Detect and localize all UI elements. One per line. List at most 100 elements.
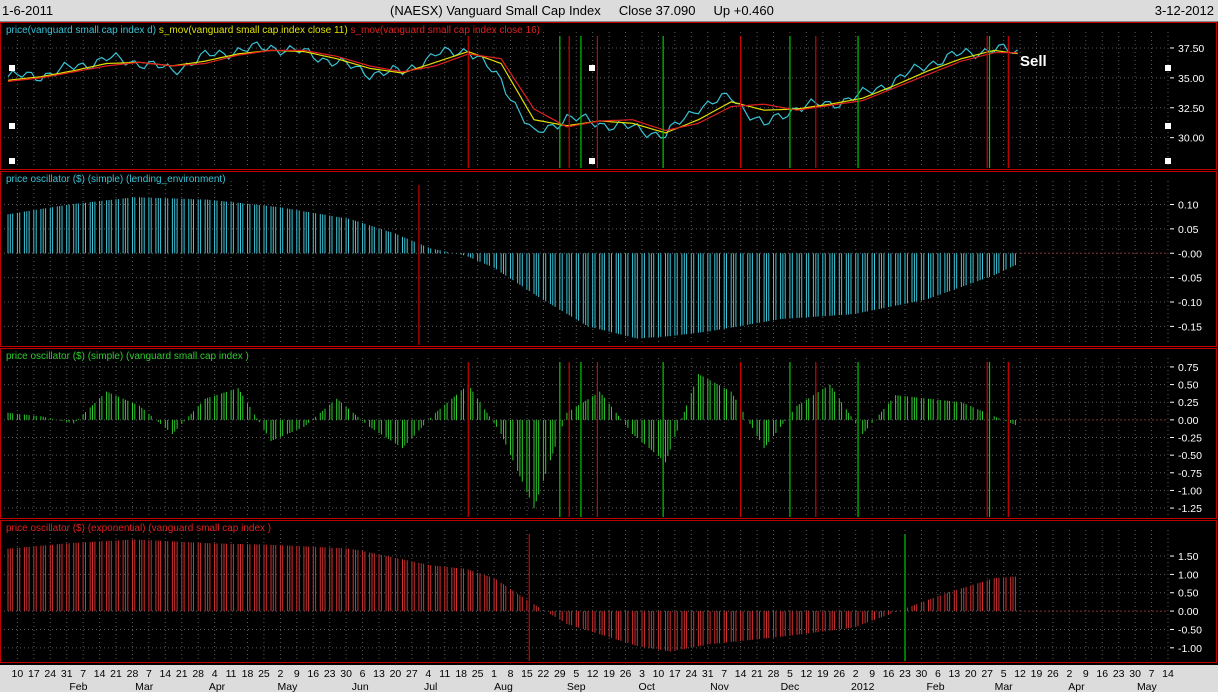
x-tick-label: 30 (916, 668, 928, 680)
x-month-label: Mar (995, 681, 1014, 692)
pane-title: price(vanguard small cap index d) s_mov(… (6, 25, 540, 36)
x-tick-label: 26 (620, 668, 632, 680)
x-month-label: Oct (639, 681, 655, 692)
chart-canvas[interactable]: 37.5035.0032.5030.00price(vanguard small… (0, 22, 1218, 692)
x-tick-label: 21 (176, 668, 188, 680)
selection-handle (1165, 158, 1171, 164)
start-date: 1-6-2011 (2, 3, 54, 18)
x-tick-label: 16 (1096, 668, 1108, 680)
y-tick-label: -0.25 (1178, 433, 1202, 445)
selection-handle (9, 123, 15, 129)
x-tick-label: 5 (573, 668, 579, 680)
y-tick-label: 35.00 (1178, 73, 1204, 85)
pane-title: price oscillator ($) (simple) (lending_e… (6, 174, 226, 185)
selection-handle (1165, 65, 1171, 71)
y-tick-label: 1.50 (1178, 551, 1199, 563)
x-tick-label: 20 (390, 668, 402, 680)
x-tick-label: 29 (554, 668, 566, 680)
x-month-label: Mar (135, 681, 154, 692)
x-tick-label: 24 (685, 668, 697, 680)
x-month-label: Aug (494, 681, 513, 692)
x-tick-label: 27 (406, 668, 418, 680)
x-tick-label: 23 (1113, 668, 1125, 680)
x-axis: 10 17 24 31 7 14 21 28 7 14 21 28 4 11 18 25 2 9 16 23 30 6 13… (0, 665, 1218, 692)
pane-title: price oscillator ($) (exponential) (vang… (6, 523, 271, 534)
x-tick-label: 30 (340, 668, 352, 680)
selection-handle (9, 65, 15, 71)
sell-annotation: Sell (1020, 53, 1047, 70)
x-tick-label: 26 (833, 668, 845, 680)
selection-handle (589, 158, 595, 164)
y-tick-label: 0.75 (1178, 362, 1199, 374)
x-tick-label: 1 (491, 668, 497, 680)
x-tick-label: 8 (508, 668, 514, 680)
x-tick-label: 9 (294, 668, 300, 680)
x-tick-label: 2 (853, 668, 859, 680)
x-tick-label: 19 (817, 668, 829, 680)
symbol-title: (NAESX) Vanguard Small Cap Index (390, 3, 601, 18)
x-tick-label: 27 (981, 668, 993, 680)
x-tick-label: 14 (94, 668, 106, 680)
x-tick-label: 3 (639, 668, 645, 680)
x-tick-label: 11 (226, 668, 237, 680)
x-tick-label: 20 (965, 668, 977, 680)
x-tick-label: 2 (1066, 668, 1072, 680)
x-tick-label: 21 (751, 668, 763, 680)
x-tick-label: 11 (439, 668, 450, 680)
x-tick-label: 24 (44, 668, 56, 680)
x-tick-label: 25 (472, 668, 484, 680)
close-value: Close 37.090 (618, 3, 696, 18)
x-tick-label: 26 (1047, 668, 1059, 680)
pane-title-part: price(vanguard small cap index d) (6, 25, 159, 36)
x-tick-label: 19 (1031, 668, 1043, 680)
x-tick-label: 16 (883, 668, 895, 680)
x-tick-label: 21 (110, 668, 122, 680)
pane-title-part: price oscillator ($) (simple) (lending_e… (6, 174, 226, 185)
y-tick-label: -0.50 (1178, 624, 1202, 636)
x-tick-label: 22 (538, 668, 550, 680)
pane-title-part: s_mov(vanguard small cap index close 11) (159, 25, 351, 36)
x-month-label: May (278, 681, 299, 692)
x-tick-label: 5 (787, 668, 793, 680)
y-tick-label: -1.00 (1178, 485, 1202, 497)
x-month-label: Jun (352, 681, 369, 692)
y-tick-label: -1.25 (1178, 503, 1202, 515)
x-tick-label: 19 (603, 668, 615, 680)
x-tick-label: 18 (455, 668, 467, 680)
pane-title: price oscillator ($) (simple) (vanguard … (6, 351, 249, 362)
x-tick-label: 7 (80, 668, 86, 680)
x-tick-label: 25 (258, 668, 270, 680)
x-tick-label: 17 (28, 668, 40, 680)
x-tick-label: 6 (935, 668, 941, 680)
y-tick-label: 0.25 (1178, 397, 1199, 409)
pane-title-part: price oscillator ($) (simple) (vanguard … (6, 351, 249, 362)
title-bar: 1-6-2011 (NAESX) Vanguard Small Cap Inde… (0, 0, 1218, 22)
x-month-label: Apr (1068, 681, 1085, 692)
x-tick-label: 5 (1001, 668, 1007, 680)
x-tick-label: 14 (1162, 668, 1174, 680)
y-tick-label: 32.50 (1178, 103, 1204, 115)
x-tick-label: 12 (587, 668, 599, 680)
x-tick-label: 6 (360, 668, 366, 680)
x-tick-label: 31 (61, 668, 73, 680)
x-tick-label: 30 (1129, 668, 1141, 680)
y-tick-label: 0.00 (1178, 415, 1199, 427)
y-tick-label: -0.75 (1178, 468, 1202, 480)
x-tick-label: 13 (948, 668, 960, 680)
x-month-label: Feb (69, 681, 87, 692)
x-tick-label: 9 (869, 668, 875, 680)
y-tick-label: 0.10 (1178, 200, 1199, 212)
y-tick-label: 1.00 (1178, 569, 1199, 581)
x-tick-label: 18 (242, 668, 254, 680)
x-tick-label: 13 (373, 668, 385, 680)
pane-title-part: price oscillator ($) (exponential) (vang… (6, 523, 271, 534)
y-tick-label: 0.05 (1178, 224, 1199, 236)
x-month-label: 2012 (851, 681, 875, 692)
x-tick-label: 15 (521, 668, 533, 680)
x-tick-label: 23 (324, 668, 336, 680)
y-tick-label: -0.00 (1178, 248, 1202, 260)
selection-handle (1165, 123, 1171, 129)
x-tick-label: 14 (159, 668, 171, 680)
y-tick-label: -1.00 (1178, 643, 1202, 655)
x-tick-label: 4 (212, 668, 218, 680)
